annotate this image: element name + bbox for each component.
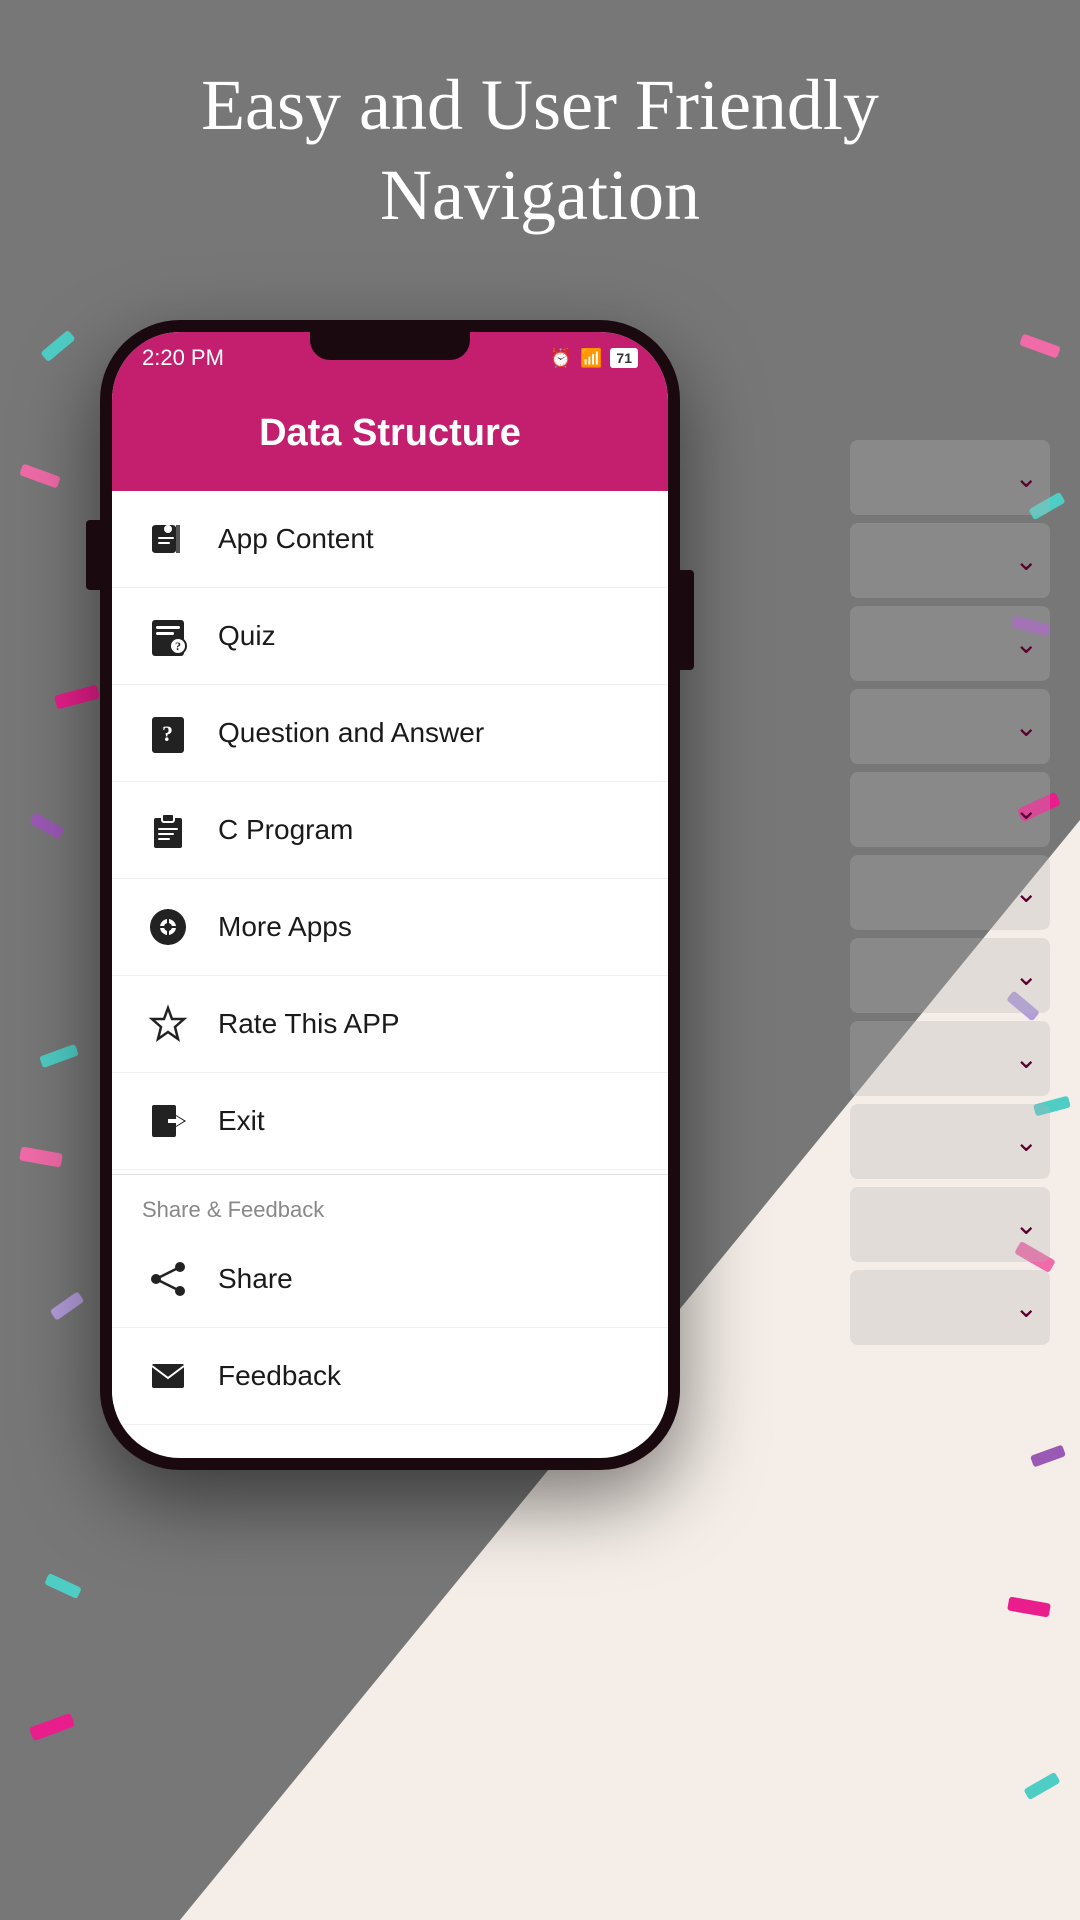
star-icon	[142, 998, 194, 1050]
panel-row-11: ⌄	[850, 1270, 1050, 1345]
chevron-icon-4: ⌄	[1015, 710, 1038, 744]
menu-content: App Content ? Quiz	[112, 491, 668, 1425]
envelope-icon	[142, 1350, 194, 1402]
share-icon	[142, 1253, 194, 1305]
panel-row-1: ⌄	[850, 440, 1050, 515]
menu-label-rate-app: Rate This APP	[218, 1008, 400, 1040]
chevron-icon-11: ⌄	[1015, 1291, 1038, 1325]
menu-item-quiz[interactable]: ? Quiz	[112, 588, 668, 685]
svg-text:?: ?	[162, 721, 173, 746]
menu-label-quiz: Quiz	[218, 620, 276, 652]
status-time: 2:20 PM	[142, 345, 224, 371]
book-icon	[142, 513, 194, 565]
chevron-icon-1: ⌄	[1015, 461, 1038, 495]
menu-item-app-content[interactable]: App Content	[112, 491, 668, 588]
chevron-icon-6: ⌄	[1015, 876, 1038, 910]
chevron-icon-9: ⌄	[1015, 1125, 1038, 1159]
chevron-icon-5: ⌄	[1015, 793, 1038, 827]
menu-label-app-content: App Content	[218, 523, 374, 555]
chevron-icon-10: ⌄	[1015, 1208, 1038, 1242]
section-feedback-header: Share & Feedback	[112, 1179, 668, 1231]
chevron-icon-2: ⌄	[1015, 544, 1038, 578]
panel-row-9: ⌄	[850, 1104, 1050, 1179]
menu-item-exit[interactable]: Exit	[112, 1073, 668, 1170]
exit-icon	[142, 1095, 194, 1147]
menu-item-rate-app[interactable]: Rate This APP	[112, 976, 668, 1073]
app-header: Data Structure	[112, 384, 668, 491]
menu-item-c-program[interactable]: C Program	[112, 782, 668, 879]
svg-text:?: ?	[175, 639, 181, 653]
chevron-icon-8: ⌄	[1015, 1042, 1038, 1076]
phone-screen: 2:20 PM ⏰ 📶 71 Data Structure	[112, 332, 668, 1458]
clipboard-icon	[142, 804, 194, 856]
menu-label-c-program: C Program	[218, 814, 353, 846]
heading-line1: Easy and User Friendly	[201, 65, 879, 145]
phone-outer-shell: 2:20 PM ⏰ 📶 71 Data Structure	[100, 320, 680, 1470]
panel-row-10: ⌄	[850, 1187, 1050, 1262]
menu-item-more-apps[interactable]: More Apps	[112, 879, 668, 976]
menu-label-question-answer: Question and Answer	[218, 717, 484, 749]
menu-label-share: Share	[218, 1263, 293, 1295]
panel-row-7: ⌄	[850, 938, 1050, 1013]
menu-label-exit: Exit	[218, 1105, 265, 1137]
menu-label-feedback: Feedback	[218, 1360, 341, 1392]
menu-item-question-answer[interactable]: ? Question and Answer	[112, 685, 668, 782]
grid-icon	[142, 901, 194, 953]
panel-row-5: ⌄	[850, 772, 1050, 847]
section-divider	[112, 1174, 668, 1175]
status-icons: ⏰ 📶 71	[550, 348, 638, 369]
phone-notch	[310, 332, 470, 360]
panel-row-2: ⌄	[850, 523, 1050, 598]
signal-icon: 📶	[580, 348, 602, 369]
heading-line2: Navigation	[380, 155, 700, 235]
battery-icon: 71	[610, 348, 638, 368]
qa-icon: ?	[142, 707, 194, 759]
chevron-icon-3: ⌄	[1015, 627, 1038, 661]
menu-item-feedback[interactable]: Feedback	[112, 1328, 668, 1425]
phone-mockup: 2:20 PM ⏰ 📶 71 Data Structure	[100, 320, 680, 1470]
menu-label-more-apps: More Apps	[218, 911, 352, 943]
chevron-icon-7: ⌄	[1015, 959, 1038, 993]
page-heading: Easy and User Friendly Navigation	[0, 60, 1080, 240]
panel-row-3: ⌄	[850, 606, 1050, 681]
alarm-icon: ⏰	[550, 348, 572, 369]
app-title: Data Structure	[259, 412, 521, 454]
right-panel: ⌄ ⌄ ⌄ ⌄ ⌄ ⌄ ⌄ ⌄ ⌄ ⌄ ⌄	[850, 320, 1050, 1370]
quiz-icon: ?	[142, 610, 194, 662]
panel-row-4: ⌄	[850, 689, 1050, 764]
panel-row-8: ⌄	[850, 1021, 1050, 1096]
panel-row-6: ⌄	[850, 855, 1050, 930]
menu-item-share[interactable]: Share	[112, 1231, 668, 1328]
status-bar: 2:20 PM ⏰ 📶 71	[112, 332, 668, 384]
